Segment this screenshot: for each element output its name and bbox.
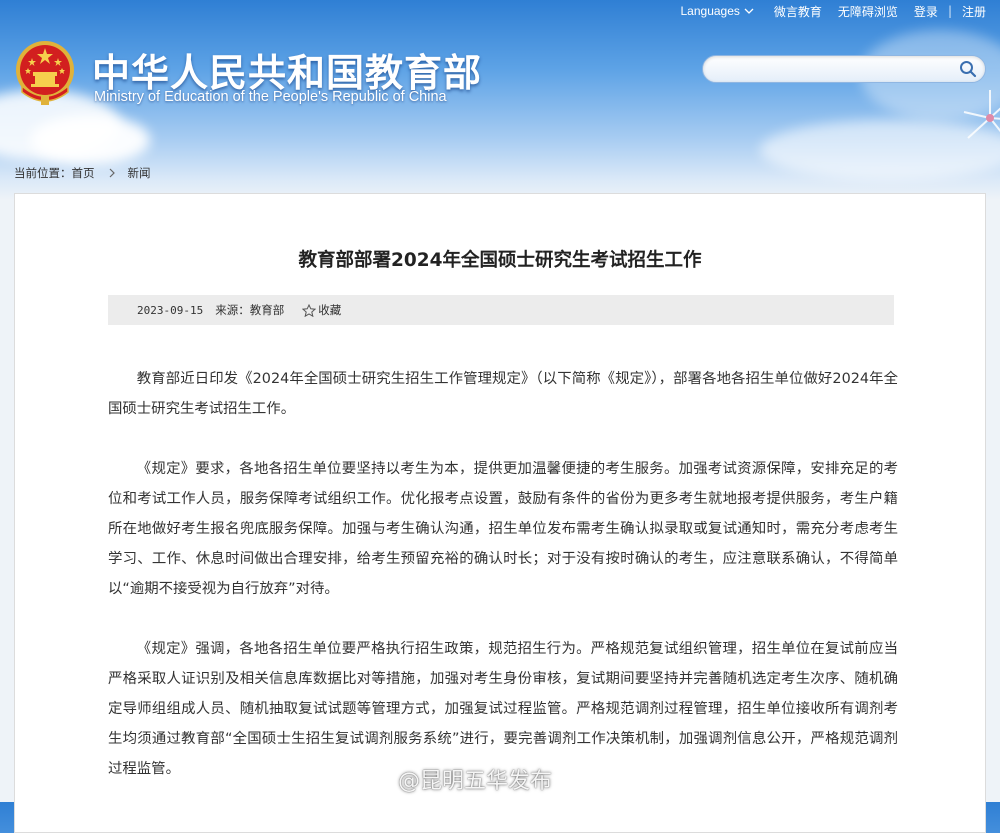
breadcrumb-label: 当前位置： [14, 166, 72, 180]
article-paragraph: 《规定》要求，各地各招生单位要坚持以考生为本，提供更加温馨便捷的考生服务。加强考… [108, 461, 898, 597]
article-source: 来源：教育部 [215, 303, 285, 317]
accessible-browsing-link[interactable]: 无障碍浏览 [838, 3, 898, 20]
search-icon [960, 61, 977, 78]
cloud-decoration [30, 115, 150, 165]
star-icon [302, 303, 317, 317]
watermark: @昆明五华发布 [398, 763, 552, 795]
search-button[interactable] [957, 59, 979, 79]
weibo-link[interactable]: 微言教育 [774, 3, 822, 20]
languages-label: Languages [680, 4, 740, 18]
languages-menu[interactable]: Languages [681, 4, 754, 18]
breadcrumb-news[interactable]: 新闻 [128, 165, 151, 181]
top-bar-divider: | [947, 4, 952, 18]
article-meta-bar: 2023-09-15 来源：教育部 收藏 [108, 295, 894, 325]
top-bar: Languages 微言教育 无障碍浏览 登录 | 注册 [681, 2, 987, 20]
search-box [702, 55, 986, 83]
national-emblem-icon [16, 41, 74, 105]
chevron-down-icon [744, 8, 754, 14]
article-body: 教育部近日印发《2024年全国硕士研究生招生工作管理规定》（以下简称《规定》），… [108, 364, 898, 814]
register-link[interactable]: 注册 [962, 3, 986, 20]
site-subtitle: Ministry of Education of the People's Re… [94, 89, 447, 105]
flower-icon [963, 90, 1000, 139]
article-panel: 教育部部署2024年全国硕士研究生考试招生工作 2023-09-15 来源：教育… [14, 193, 986, 833]
search-input[interactable] [713, 59, 953, 81]
breadcrumb: 当前位置： 首页 新闻 [14, 165, 151, 181]
favorite-label: 收藏 [318, 303, 342, 317]
article-title: 教育部部署2024年全国硕士研究生考试招生工作 [298, 250, 702, 271]
breadcrumb-home[interactable]: 首页 [72, 165, 95, 181]
publish-date: 2023-09-15 [137, 303, 204, 317]
favorite-button[interactable]: 收藏 [302, 302, 341, 318]
watermark-text: @昆明五华发布 [398, 769, 553, 794]
article-paragraph: 教育部近日印发《2024年全国硕士研究生招生工作管理规定》（以下简称《规定》），… [108, 371, 898, 417]
article-paragraph: 《规定》强调，各地各招生单位要严格执行招生政策，规范招生行为。严格规范复试组织管… [108, 641, 898, 777]
chevron-right-icon [109, 168, 115, 178]
login-link[interactable]: 登录 [914, 3, 938, 20]
